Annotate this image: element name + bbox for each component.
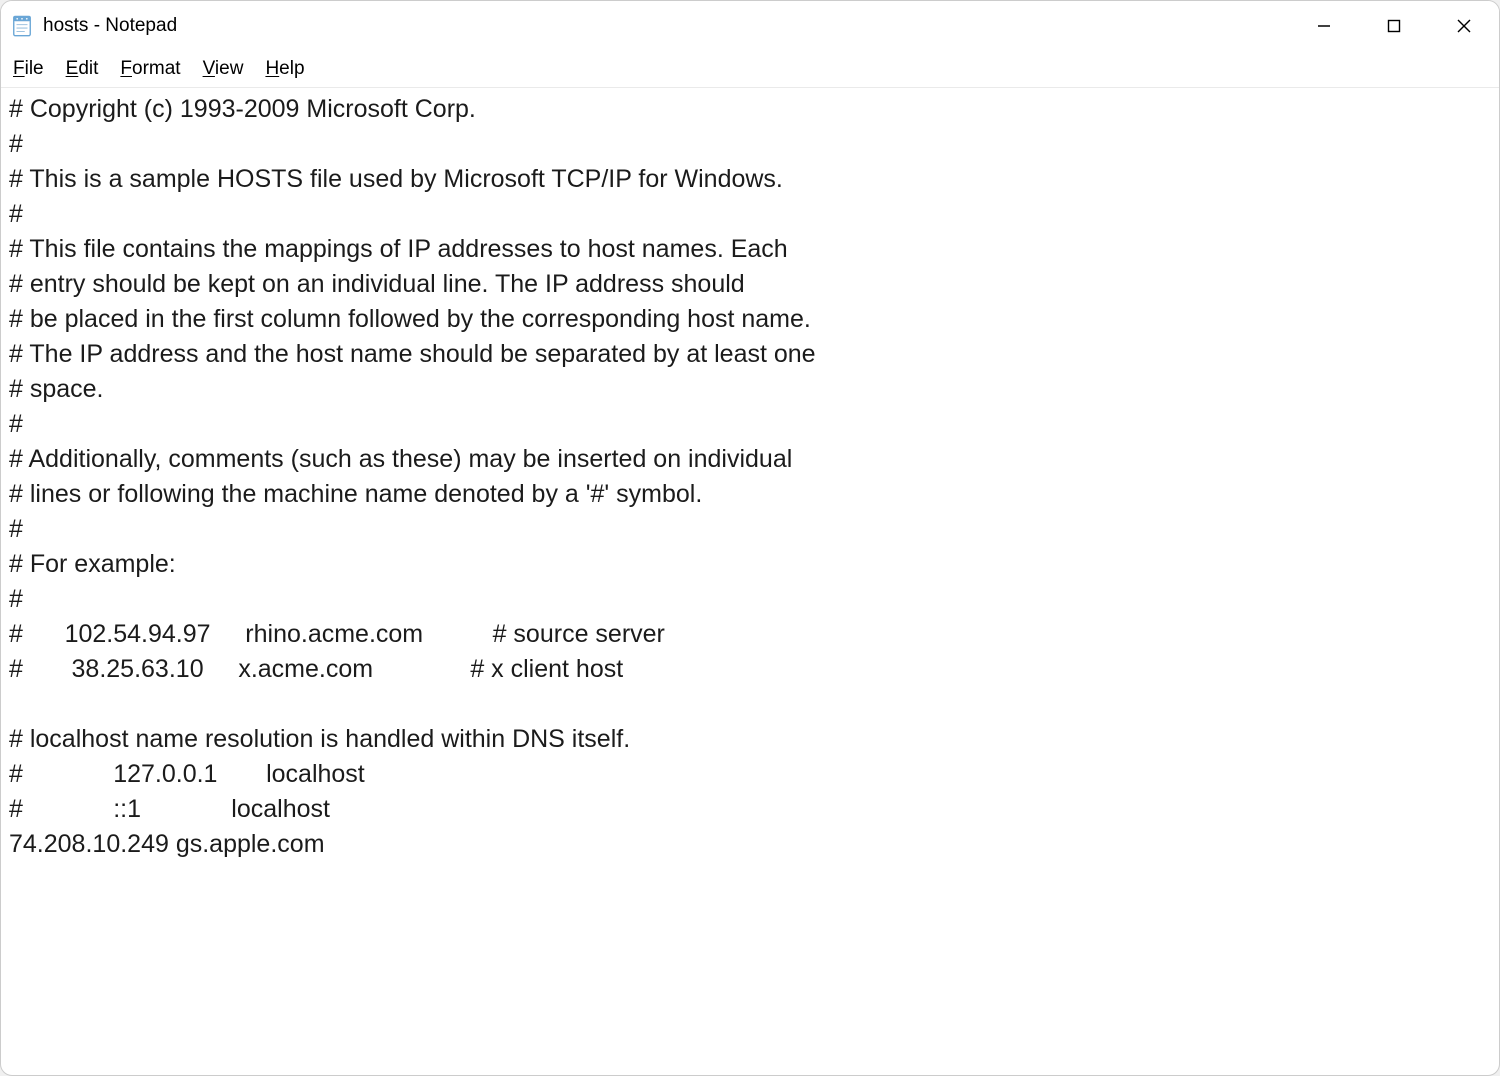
- window-title: hosts - Notepad: [43, 15, 177, 37]
- window-controls: [1289, 1, 1499, 51]
- notepad-icon: [11, 15, 33, 37]
- menu-help[interactable]: Help: [265, 58, 304, 80]
- menu-edit[interactable]: Edit: [66, 58, 99, 80]
- titlebar-left: hosts - Notepad: [11, 15, 177, 37]
- minimize-button[interactable]: [1289, 1, 1359, 51]
- menu-view[interactable]: View: [203, 58, 244, 80]
- maximize-button[interactable]: [1359, 1, 1429, 51]
- notepad-window: hosts - Notepad File Edit Format View He…: [0, 0, 1500, 1076]
- menubar: File Edit Format View Help: [1, 51, 1499, 88]
- menu-file[interactable]: File: [13, 58, 44, 80]
- titlebar: hosts - Notepad: [1, 1, 1499, 51]
- menu-format[interactable]: Format: [120, 58, 180, 80]
- close-button[interactable]: [1429, 1, 1499, 51]
- editor-area[interactable]: # Copyright (c) 1993-2009 Microsoft Corp…: [1, 88, 1499, 1075]
- editor-content[interactable]: # Copyright (c) 1993-2009 Microsoft Corp…: [9, 92, 1491, 862]
